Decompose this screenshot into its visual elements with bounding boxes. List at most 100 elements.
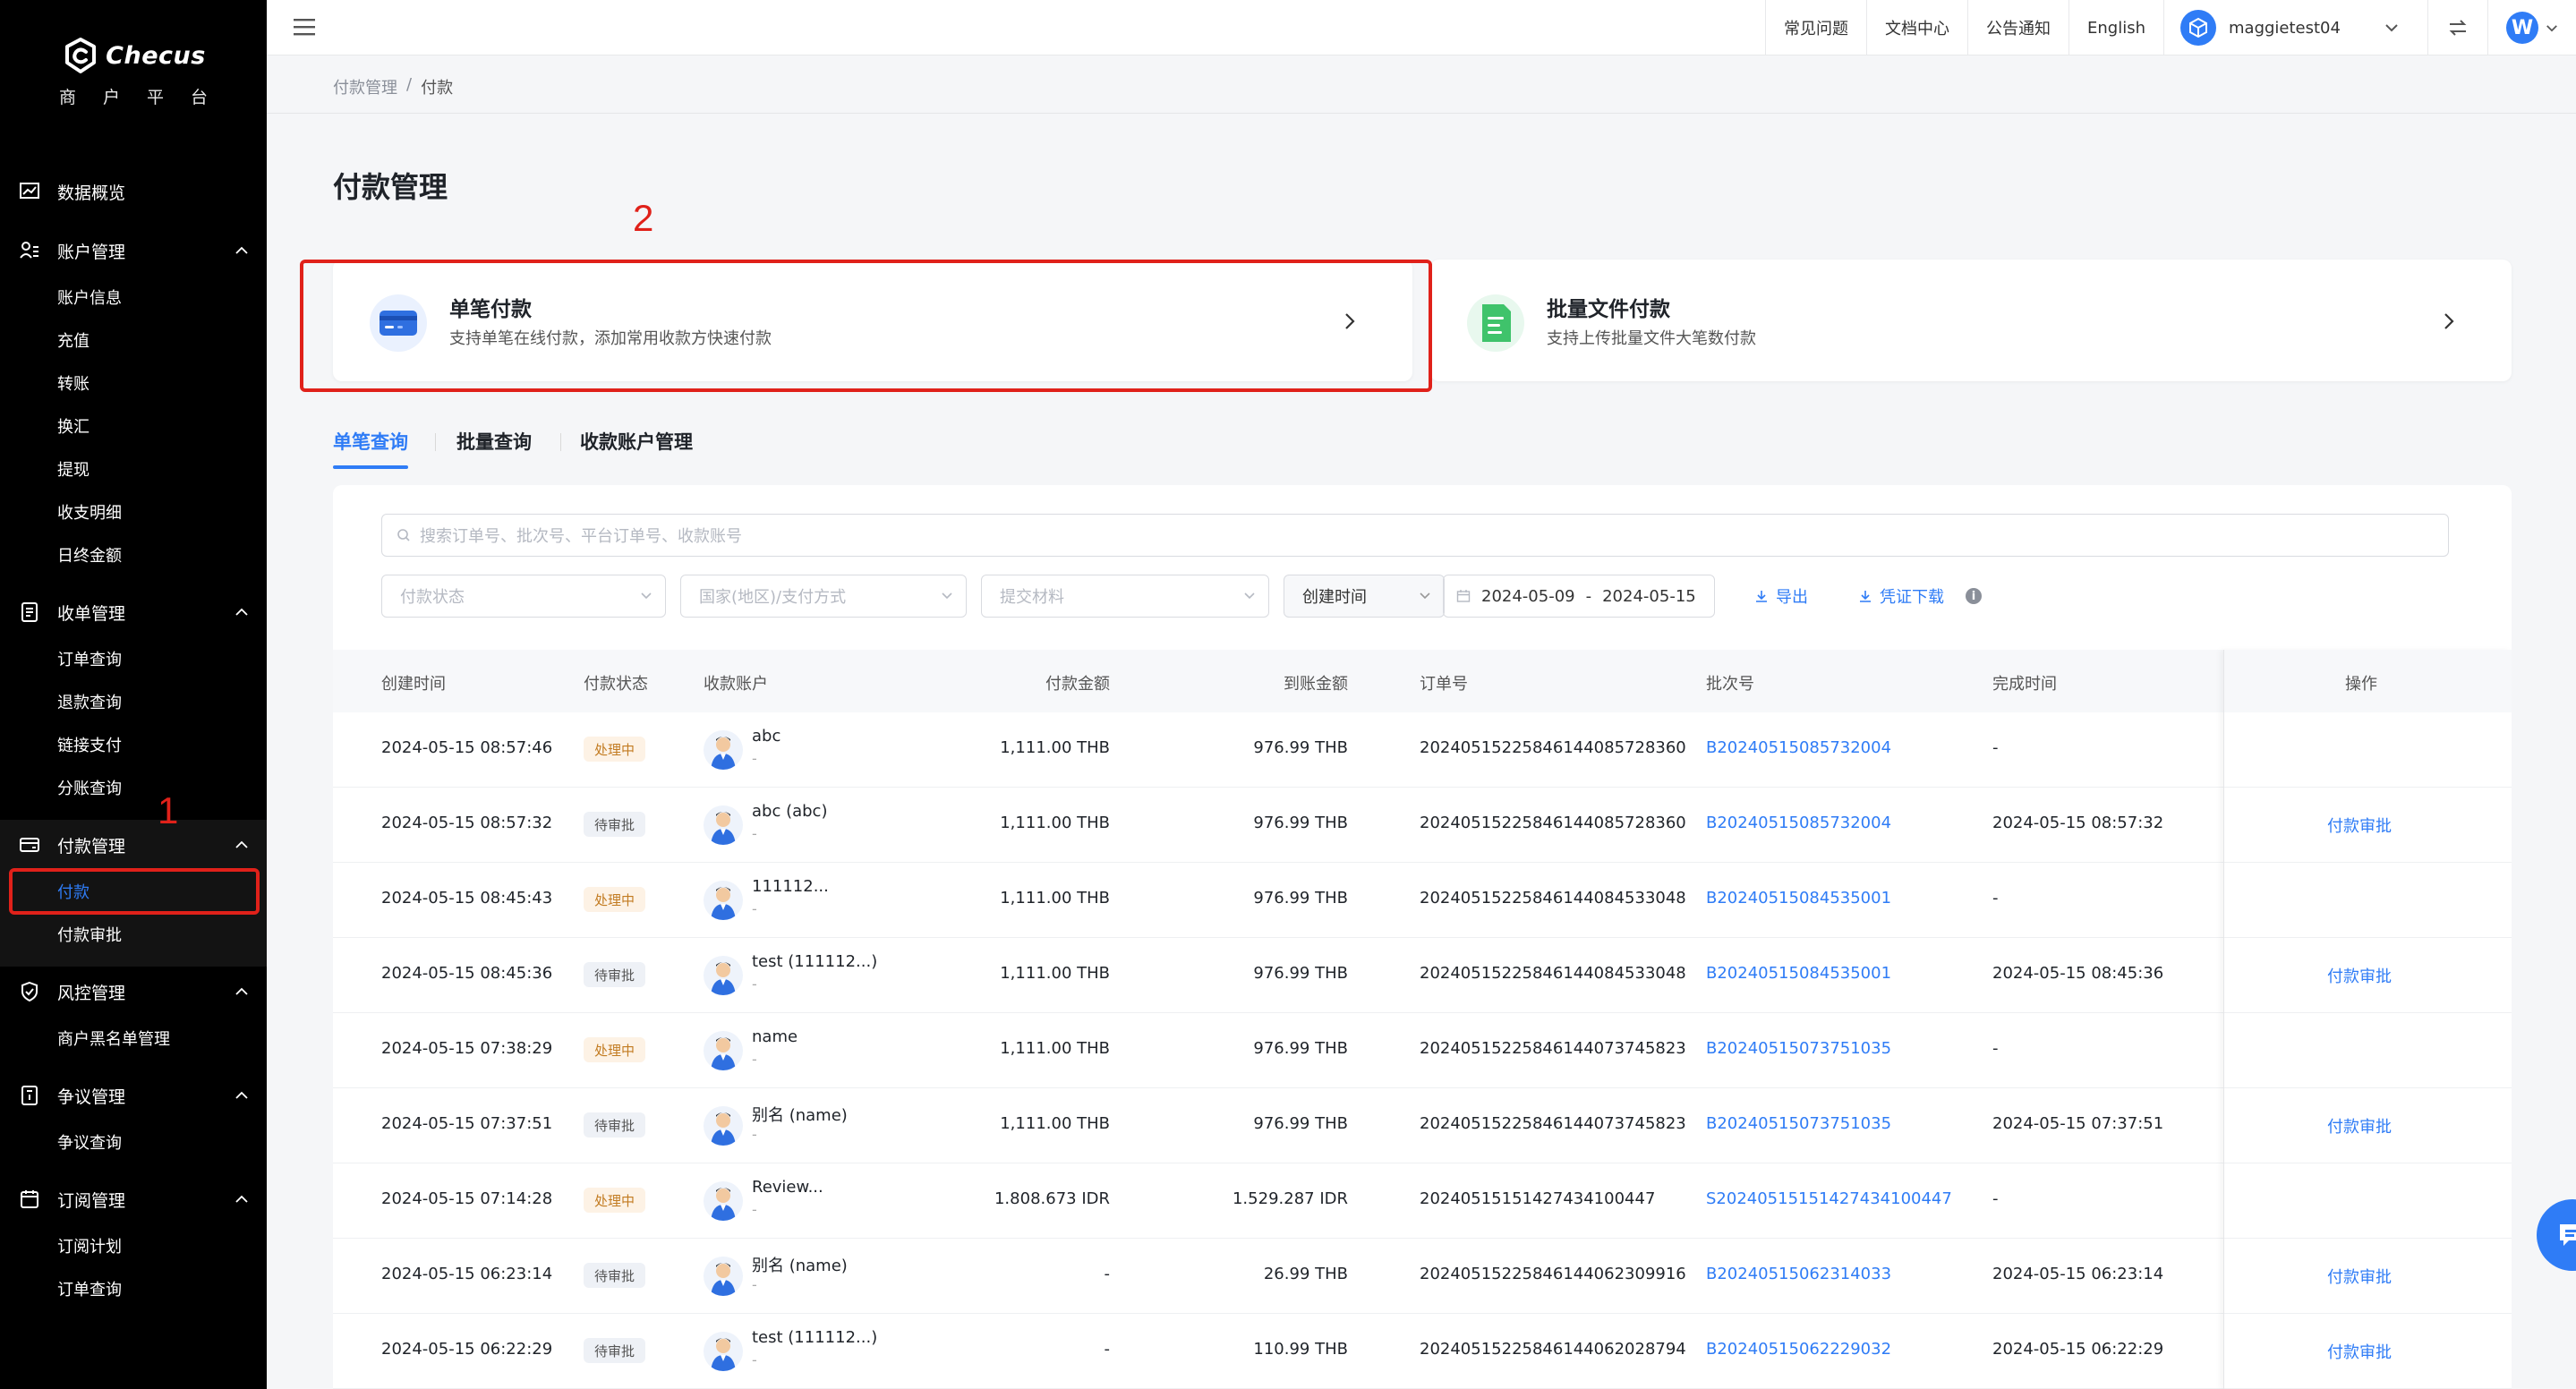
sidebar-item-dispute[interactable]: 争议管理: [0, 1070, 267, 1121]
switch-account-button[interactable]: [2427, 0, 2487, 55]
sidebar-subitem[interactable]: 订单查询: [0, 637, 267, 680]
language-switch[interactable]: English: [2068, 0, 2163, 55]
batch-number-link[interactable]: B20240515062229032: [1706, 1340, 1891, 1359]
sidebar-subitem[interactable]: 付款: [0, 870, 267, 913]
table-row[interactable]: 2024-05-15 07:14:28 处理中 Review... - 1.808.67…: [333, 1163, 2512, 1239]
table-row[interactable]: 2024-05-15 07:37:51 待审批 别名 (name) - 1,111.00…: [333, 1088, 2512, 1163]
approve-payment-link[interactable]: 付款审批: [2327, 964, 2392, 987]
brand-logo[interactable]: Checus 商户平台: [0, 36, 267, 108]
sidebar-subitem[interactable]: 充值: [0, 319, 267, 362]
order-number: 20240515225846144062028794: [1420, 1340, 1686, 1359]
profile-avatar: W: [2506, 12, 2538, 44]
batch-number-link[interactable]: B20240515073751035: [1706, 1114, 1891, 1133]
date-separator: -: [1585, 586, 1592, 606]
search-icon: [397, 529, 410, 541]
sidebar-subitem[interactable]: 收支明细: [0, 490, 267, 533]
sidebar-subitem[interactable]: 日终金额: [0, 533, 267, 576]
table-row[interactable]: 2024-05-15 08:45:36 待审批 test (111112...) - 1…: [333, 938, 2512, 1013]
table-row[interactable]: 2024-05-15 06:23:14 待审批 别名 (name) - -26.99 T…: [333, 1239, 2512, 1314]
received-amount: 976.99 THB: [1253, 814, 1348, 832]
top-link-faq[interactable]: 常见问题: [1765, 0, 1866, 55]
support-chat-button[interactable]: [2537, 1199, 2576, 1271]
approve-payment-link[interactable]: 付款审批: [2327, 1265, 2392, 1288]
sidebar-subitem[interactable]: 提现: [0, 447, 267, 490]
checus-logo-icon: [65, 38, 97, 73]
batch-number-link[interactable]: S20240515151427434100447: [1706, 1189, 1952, 1208]
chevron-down-icon: [2546, 24, 2557, 31]
payee-account-no: -: [752, 976, 757, 993]
export-button[interactable]: 导出: [1754, 584, 1808, 608]
column-header: 到账金额: [1284, 675, 1348, 694]
status-badge: 待审批: [584, 1263, 646, 1288]
sidebar-subitem[interactable]: 订单查询: [0, 1267, 267, 1310]
table-row[interactable]: 2024-05-15 08:57:32 待审批 abc (abc) - 1,111.00…: [333, 788, 2512, 863]
profile-menu[interactable]: W: [2487, 0, 2576, 55]
sidebar-subitem[interactable]: 转账: [0, 362, 267, 405]
sidebar-subitem[interactable]: 账户信息: [0, 276, 267, 319]
payee-name: test (111112...): [752, 952, 878, 971]
sidebar: Checus 商户平台 数据概览账户管理 账户信息 充值 转账 换汇 提现 收支明细 日终金额…: [0, 0, 267, 1389]
sidebar-item-shield[interactable]: 风控管理: [0, 967, 267, 1017]
top-link-docs[interactable]: 文档中心: [1866, 0, 1967, 55]
info-icon[interactable]: i: [1966, 588, 1982, 604]
approve-payment-link[interactable]: 付款审批: [2327, 814, 2392, 837]
sidebar-subitem[interactable]: 分账查询: [0, 766, 267, 809]
completion-time: 2024-05-15 08:57:32: [1992, 814, 2164, 832]
payee-name: 别名 (name): [752, 1106, 848, 1125]
single-payment-card[interactable]: 单笔付款 支持单笔在线付款，添加常用收款方快速付款: [333, 260, 1412, 381]
menu-toggle-icon[interactable]: [294, 17, 317, 37]
sidebar-subitem[interactable]: 订阅计划: [0, 1224, 267, 1267]
material-select[interactable]: 提交材料: [981, 575, 1269, 618]
user-menu[interactable]: maggietest04: [2163, 0, 2427, 55]
sidebar-subitem[interactable]: 商户黑名单管理: [0, 1017, 267, 1060]
sidebar-item-calendar[interactable]: 订阅管理: [0, 1174, 267, 1224]
status-select[interactable]: 付款状态: [381, 575, 666, 618]
sidebar-item-account[interactable]: 账户管理: [0, 226, 267, 276]
created-time: 2024-05-15 06:23:14: [381, 1265, 553, 1283]
batch-number-link[interactable]: B20240515084535001: [1706, 889, 1891, 908]
sidebar-subitem[interactable]: 退款查询: [0, 680, 267, 723]
sidebar-group-label: 数据概览: [57, 183, 126, 203]
chevron-up-icon: [235, 246, 248, 254]
date-range-picker[interactable]: 2024-05-09 - 2024-05-15: [1443, 575, 1715, 618]
order-number: 20240515225846144062309916: [1420, 1265, 1686, 1283]
status-badge: 待审批: [584, 962, 646, 987]
batch-number-link[interactable]: B20240515062314033: [1706, 1265, 1891, 1283]
search-input[interactable]: 搜索订单号、批次号、平台订单号、收款账号: [381, 514, 2449, 557]
table-header: 创建时间 付款状态 收款账户 付款金额 到账金额 订单号 批次号 完成时间 操作: [333, 650, 2512, 712]
sidebar-item-chart[interactable]: 数据概览: [0, 166, 267, 217]
sidebar-item-payment[interactable]: 付款管理: [0, 820, 267, 870]
voucher-download-button[interactable]: 凭证下载 i: [1858, 584, 1982, 608]
table-row[interactable]: 2024-05-15 08:45:43 处理中 111112... - 1,111.00…: [333, 863, 2512, 938]
table-row[interactable]: 2024-05-15 07:38:29 处理中 name - 1,111.00 THB 9…: [333, 1013, 2512, 1088]
batch-number-link[interactable]: B20240515084535001: [1706, 964, 1891, 983]
approve-payment-link[interactable]: 付款审批: [2327, 1340, 2392, 1363]
batch-number-link[interactable]: B20240515085732004: [1706, 738, 1891, 757]
tab-batch-query[interactable]: 批量查询: [456, 428, 532, 469]
tab-single-query[interactable]: 单笔查询: [333, 428, 408, 469]
table-row[interactable]: 2024-05-15 08:57:46 处理中 abc - 1,111.00 THB 97…: [333, 712, 2512, 788]
download-icon: [1756, 591, 1767, 602]
sidebar-subitem[interactable]: 争议查询: [0, 1121, 267, 1163]
batch-number-link[interactable]: B20240515073751035: [1706, 1039, 1891, 1058]
top-link-notices[interactable]: 公告通知: [1967, 0, 2068, 55]
breadcrumb-parent[interactable]: 付款管理: [333, 75, 397, 98]
date-end: 2024-05-15: [1602, 586, 1696, 606]
country-method-select[interactable]: 国家(地区)/支付方式: [680, 575, 967, 618]
time-type-select[interactable]: 创建时间: [1284, 575, 1445, 618]
sidebar-subitem[interactable]: 链接支付: [0, 723, 267, 766]
received-amount: 976.99 THB: [1253, 889, 1348, 908]
table-row[interactable]: 2024-05-15 06:22:29 待审批 test (111112...) - -…: [333, 1314, 2512, 1389]
column-header: 订单号: [1420, 675, 1468, 694]
payee-account-no: -: [752, 1051, 757, 1068]
batch-payment-desc: 支持上传批量文件大笔数付款: [1547, 329, 1756, 348]
payee-avatar: [704, 1106, 743, 1146]
sidebar-item-receipt[interactable]: 收单管理: [0, 587, 267, 637]
batch-payment-card[interactable]: 批量文件付款 支持上传批量文件大笔数付款: [1430, 260, 2512, 381]
approve-payment-link[interactable]: 付款审批: [2327, 1114, 2392, 1138]
batch-number-link[interactable]: B20240515085732004: [1706, 814, 1891, 832]
tab-payee-accounts[interactable]: 收款账户管理: [580, 428, 693, 469]
sidebar-subitem[interactable]: 换汇: [0, 405, 267, 447]
sidebar-subitem[interactable]: 付款审批: [0, 913, 267, 956]
